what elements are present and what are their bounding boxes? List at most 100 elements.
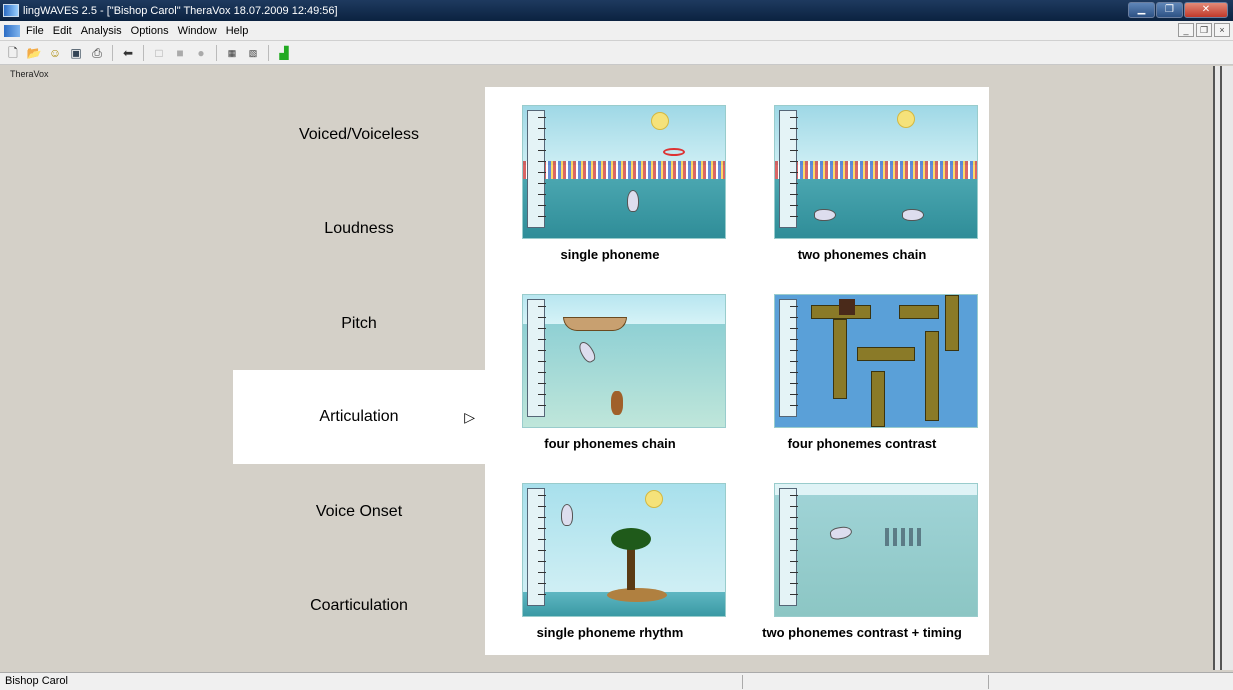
- scale-tick: [790, 594, 798, 595]
- exercise-thumbnail-four-phonemes-chain[interactable]: [522, 294, 726, 428]
- category-label: Loudness: [324, 220, 394, 237]
- menu-analysis[interactable]: Analysis: [81, 25, 122, 37]
- scale-tick: [538, 506, 546, 507]
- scale-tick: [538, 350, 546, 351]
- menu-help[interactable]: Help: [226, 25, 249, 37]
- scale-tick: [538, 528, 546, 529]
- scale-tick: [790, 572, 798, 573]
- category-voice-onset[interactable]: Voice Onset: [233, 465, 485, 559]
- scale-tick: [538, 372, 546, 373]
- category-loudness[interactable]: Loudness: [233, 182, 485, 276]
- restore-button[interactable]: ❐: [1156, 2, 1183, 18]
- category-voiced-voiceless[interactable]: Voiced/Voiceless: [233, 88, 485, 182]
- status-cell: [988, 675, 989, 689]
- scale-tick: [538, 306, 546, 307]
- scale-tick: [538, 172, 546, 173]
- dolphin-icon: [814, 209, 836, 221]
- category-pitch[interactable]: Pitch: [233, 277, 485, 371]
- play-icon[interactable]: ●: [192, 44, 210, 62]
- exercise-thumbnail-single-phoneme[interactable]: [522, 105, 726, 239]
- mdi-close-button[interactable]: ×: [1214, 23, 1230, 37]
- scale-tick: [790, 339, 798, 340]
- close-button[interactable]: ✕: [1184, 2, 1228, 18]
- category-label: Pitch: [341, 315, 377, 332]
- app-icon: [3, 4, 19, 17]
- scale-tick: [790, 383, 798, 384]
- menu-edit[interactable]: Edit: [53, 25, 72, 37]
- scale-tick: [790, 183, 798, 184]
- scale-tick: [538, 383, 546, 384]
- exercise-caption[interactable]: single phoneme: [485, 247, 735, 262]
- toolbar-separator: [143, 44, 144, 61]
- exercise-caption[interactable]: single phoneme rhythm: [485, 625, 735, 640]
- right-scroll-pane[interactable]: [1213, 66, 1233, 670]
- status-bar: Bishop Carol: [0, 672, 1233, 690]
- scale-tick: [790, 328, 798, 329]
- scale-tick: [790, 495, 798, 496]
- scale-tick: [538, 583, 546, 584]
- exercise-thumbnail-two-phonemes-contrast-timing[interactable]: [774, 483, 978, 617]
- save-icon[interactable]: ▣: [67, 44, 85, 62]
- exercise-thumbnail-single-phoneme-rhythm[interactable]: [522, 483, 726, 617]
- category-label: Coarticulation: [310, 597, 408, 614]
- scale-tick: [790, 306, 798, 307]
- scale-tick: [538, 183, 546, 184]
- chart-icon[interactable]: ▟: [275, 44, 293, 62]
- scale-tick: [790, 150, 798, 151]
- scale-tick: [790, 506, 798, 507]
- analyze-icon[interactable]: ▧: [244, 44, 262, 62]
- exercise-thumbnail-two-phonemes-chain[interactable]: [774, 105, 978, 239]
- scale-tick: [790, 172, 798, 173]
- new-icon[interactable]: 🗋: [4, 44, 22, 62]
- mdi-minimize-button[interactable]: _: [1178, 23, 1194, 37]
- level-scale: [527, 299, 546, 417]
- document-label: TheraVox: [10, 69, 49, 79]
- level-scale: [527, 110, 546, 228]
- exercise-caption[interactable]: four phonemes contrast: [737, 436, 987, 451]
- print-icon[interactable]: ⎙: [88, 44, 106, 62]
- menu-options[interactable]: Options: [131, 25, 169, 37]
- sun-icon: [651, 112, 669, 130]
- category-label: Articulation: [319, 408, 399, 425]
- document-icon[interactable]: [4, 24, 20, 37]
- category-coarticulation[interactable]: Coarticulation: [233, 559, 485, 653]
- scale-tick: [790, 128, 798, 129]
- back-arrow-icon[interactable]: ⬅: [119, 44, 137, 62]
- scale-tick: [790, 405, 798, 406]
- scale-tick: [538, 561, 546, 562]
- record-icon[interactable]: ■: [171, 44, 189, 62]
- minimize-button[interactable]: ▁: [1128, 2, 1155, 18]
- menu-file[interactable]: File: [26, 25, 44, 37]
- exercise-caption[interactable]: four phonemes chain: [485, 436, 735, 451]
- level-scale: [779, 488, 798, 606]
- toolbar-separator: [268, 44, 269, 61]
- scale-tick: [538, 339, 546, 340]
- scale-tick: [538, 572, 546, 573]
- scale-tick: [790, 528, 798, 529]
- level-scale: [779, 299, 798, 417]
- crate-icon: [839, 299, 855, 315]
- status-user: Bishop Carol: [5, 675, 68, 687]
- patient-icon[interactable]: ☺: [46, 44, 64, 62]
- dolphin-icon: [627, 190, 639, 212]
- menu-bar: File Edit Analysis Options Window Help _…: [0, 21, 1233, 41]
- exercise-caption[interactable]: two phonemes contrast + timing: [737, 625, 987, 640]
- scale-tick: [538, 117, 546, 118]
- sun-icon: [645, 490, 663, 508]
- exercise-thumbnail-four-phonemes-contrast[interactable]: [774, 294, 978, 428]
- menu-window[interactable]: Window: [178, 25, 217, 37]
- fish-school-icon: [885, 528, 925, 546]
- scale-tick: [790, 117, 798, 118]
- scale-tick: [790, 216, 798, 217]
- stop-icon[interactable]: □: [150, 44, 168, 62]
- title-bar: lingWAVES 2.5 - ["Bishop Carol" TheraVox…: [0, 0, 1233, 21]
- exercise-caption[interactable]: two phonemes chain: [737, 247, 987, 262]
- category-articulation[interactable]: Articulation ▷: [233, 370, 485, 464]
- mdi-restore-button[interactable]: ❐: [1196, 23, 1212, 37]
- scale-tick: [790, 139, 798, 140]
- compare-icon[interactable]: ▦: [223, 44, 241, 62]
- scale-tick: [538, 495, 546, 496]
- toolbar: 🗋 📂 ☺ ▣ ⎙ ⬅ □ ■ ● ▦ ▧ ▟: [0, 41, 1233, 65]
- scale-tick: [790, 394, 798, 395]
- open-icon[interactable]: 📂: [25, 44, 43, 62]
